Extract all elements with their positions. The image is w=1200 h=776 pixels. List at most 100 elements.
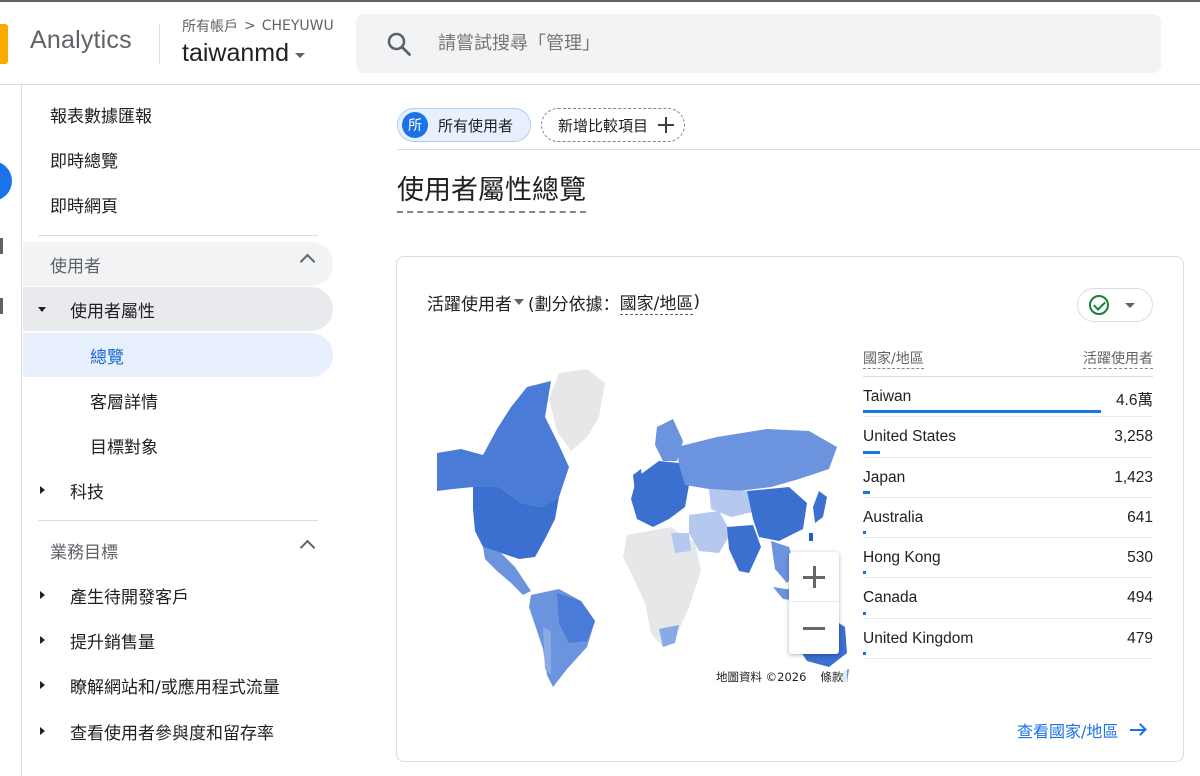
table-row[interactable]: Canada 494 — [863, 578, 1153, 619]
active-users-value: 479 — [1127, 629, 1153, 647]
rail-icon[interactable] — [0, 238, 3, 254]
share-bar — [863, 450, 880, 454]
sidebar-item-tech[interactable]: 科技 — [23, 468, 333, 512]
map-region-china — [747, 487, 807, 541]
map-terms-link[interactable]: 條款 — [820, 669, 843, 685]
share-bar — [863, 571, 866, 575]
sidebar-section-business[interactable]: 業務目標 — [23, 528, 333, 572]
sidebar-divider — [38, 520, 318, 521]
active-users-value: 3,258 — [1114, 428, 1153, 446]
dimension-selector[interactable]: 國家/地區 — [619, 289, 694, 315]
active-users-value: 530 — [1127, 549, 1153, 567]
collapsed-triangle-icon — [40, 591, 45, 599]
sidebar-item-label: 瞭解網站和/或應用程式流量 — [70, 677, 280, 698]
collapsed-triangle-icon — [40, 636, 45, 644]
country-table: 國家/地區 活躍使用者 Taiwan 4.6萬 United States 3,258… — [863, 343, 1153, 660]
active-users-value: 641 — [1127, 508, 1153, 526]
zoom-in-button[interactable] — [789, 552, 839, 602]
country-name: Australia — [863, 508, 924, 526]
page-title[interactable]: 使用者屬性總覽 — [397, 168, 586, 213]
table-row[interactable]: Hong Kong 530 — [863, 538, 1153, 579]
analytics-logo[interactable] — [0, 24, 8, 64]
sidebar-item-sales[interactable]: 提升銷售量 — [23, 618, 333, 662]
country-name: United Kingdom — [863, 629, 974, 647]
collapsed-triangle-icon — [40, 486, 45, 494]
country-name: Japan — [863, 468, 906, 486]
chip-label: 新增比較項目 — [558, 116, 649, 135]
zoom-out-button[interactable] — [789, 603, 839, 653]
sidebar-section-label: 使用者 — [50, 256, 101, 277]
share-bar — [863, 652, 866, 656]
sidebar-item-label: 科技 — [70, 482, 104, 503]
property-selector[interactable]: taiwanmd — [182, 39, 305, 68]
table-header: 國家/地區 活躍使用者 — [863, 343, 1153, 377]
minus-icon — [803, 627, 825, 630]
table-row[interactable]: United Kingdom 479 — [863, 619, 1153, 660]
search-bar[interactable] — [356, 14, 1161, 73]
left-rail — [0, 83, 22, 776]
sidebar-item-report-snapshot[interactable]: 報表數據匯報 — [23, 92, 333, 136]
dropdown-caret-icon[interactable] — [514, 299, 524, 305]
header-divider — [159, 24, 160, 64]
sidebar: 報表數據匯報 即時總覽 即時網頁 使用者 使用者屬性 總覽 客層詳情 目標對象 … — [23, 84, 335, 776]
metric-selector[interactable]: 活躍使用者 — [427, 290, 512, 315]
collapsed-triangle-icon — [40, 727, 45, 735]
sidebar-item-realtime-pages[interactable]: 即時網頁 — [23, 182, 333, 226]
sidebar-item-overview[interactable]: 總覽 — [23, 333, 333, 377]
sidebar-item-label: 產生待開發客戶 — [70, 587, 189, 608]
table-body: Taiwan 4.6萬 United States 3,258 Japan 1,423 Au… — [863, 377, 1153, 660]
country-name: Hong Kong — [863, 549, 941, 567]
view-link-label: 查看國家/地區 — [1017, 722, 1119, 741]
map-attribution: 地圖資料 ©2026 條款 — [712, 669, 848, 685]
map-region-india — [727, 525, 761, 573]
card-title: 活躍使用者 (劃分依據： 國家/地區 ) — [427, 289, 700, 315]
breadcrumb-account[interactable]: 所有帳戶 — [182, 16, 238, 36]
main-divider — [397, 149, 1200, 150]
table-row[interactable]: Australia 641 — [863, 498, 1153, 539]
search-input[interactable] — [438, 33, 1038, 54]
plus-icon — [813, 566, 816, 588]
sidebar-item-audiences[interactable]: 目標對象 — [23, 423, 333, 467]
country-name: United States — [863, 428, 957, 446]
dropdown-caret-icon — [295, 53, 305, 58]
table-row[interactable]: Japan 1,423 — [863, 458, 1153, 498]
collapsed-triangle-icon — [40, 681, 45, 689]
column-header-country[interactable]: 國家/地區 — [863, 351, 924, 369]
table-row[interactable]: United States 3,258 — [863, 417, 1153, 458]
sidebar-section-users[interactable]: 使用者 — [23, 242, 333, 286]
country-name: Taiwan — [863, 388, 912, 405]
sidebar-item-engagement[interactable]: 查看使用者參與度和留存率 — [23, 709, 333, 753]
comparison-chip-all-users[interactable]: 所 所有使用者 — [397, 108, 531, 142]
breadcrumb-property[interactable]: CHEYUWU — [262, 18, 334, 34]
rail-icon[interactable] — [0, 298, 3, 314]
breadcrumb[interactable]: 所有帳戶 > CHEYUWU — [182, 16, 334, 36]
sidebar-item-leads[interactable]: 產生待開發客戶 — [23, 573, 333, 617]
chevron-down-icon — [1125, 302, 1135, 308]
sidebar-item-user-attributes[interactable]: 使用者屬性 — [23, 287, 333, 331]
map-region-russia — [677, 429, 837, 491]
map-region-canada — [437, 381, 569, 507]
map-region-taiwan — [809, 533, 813, 541]
add-comparison-button[interactable]: 新增比較項目 — [541, 108, 685, 142]
share-bar — [863, 611, 866, 615]
column-header-active-users[interactable]: 活躍使用者 — [1083, 351, 1153, 369]
sidebar-item-label: 使用者屬性 — [70, 301, 155, 322]
share-bar — [863, 531, 866, 535]
rail-active-indicator[interactable] — [0, 161, 12, 201]
sidebar-item-demographic-details[interactable]: 客層詳情 — [23, 378, 333, 422]
sidebar-section-label: 業務目標 — [50, 542, 118, 563]
data-quality-button[interactable] — [1077, 288, 1153, 322]
segment-avatar: 所 — [402, 112, 428, 138]
chevron-right-icon: > — [244, 18, 256, 34]
top-bar: Analytics 所有帳戶 > CHEYUWU taiwanmd — [0, 0, 1200, 85]
map-zoom-controls — [789, 552, 839, 654]
app-name[interactable]: Analytics — [30, 26, 132, 55]
map-data-credit: 地圖資料 ©2026 — [716, 670, 807, 684]
view-countries-link[interactable]: 查看國家/地區 — [1017, 718, 1146, 742]
sidebar-item-realtime-overview[interactable]: 即時總覽 — [23, 137, 333, 181]
sidebar-item-traffic[interactable]: 瞭解網站和/或應用程式流量 — [23, 663, 333, 707]
map-region-japan — [813, 491, 827, 523]
country-name: Canada — [863, 589, 918, 607]
property-name: taiwanmd — [182, 39, 289, 67]
table-row[interactable]: Taiwan 4.6萬 — [863, 377, 1153, 418]
